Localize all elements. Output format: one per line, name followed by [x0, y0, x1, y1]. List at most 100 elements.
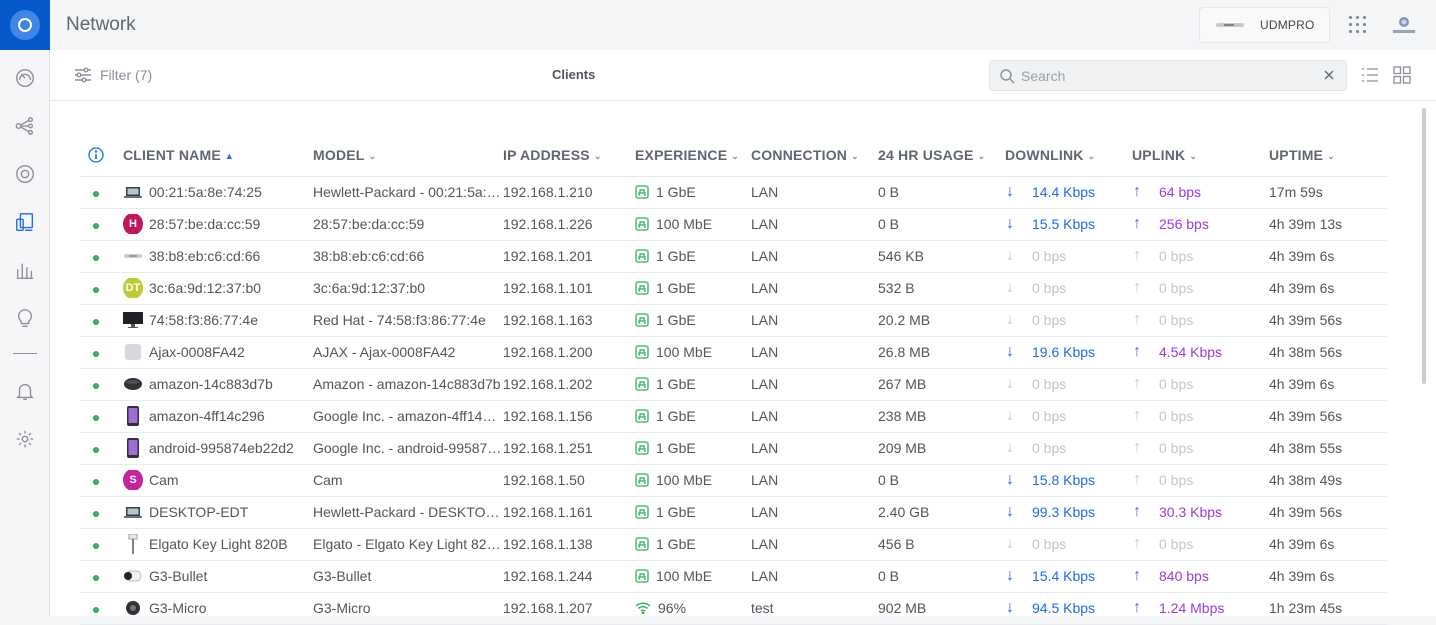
device-selector-button[interactable]: UDMPRO	[1199, 7, 1330, 43]
arrow-down-icon: ↓	[1006, 503, 1014, 520]
experience-value: 1 GbE	[656, 280, 696, 296]
connection-cell: LAN	[751, 368, 878, 401]
topology-icon[interactable]	[13, 114, 37, 138]
client-name: Ajax-0008FA42	[149, 344, 245, 360]
uptime-cell: 1h 23m 45s	[1269, 592, 1387, 625]
uplink-value: 0 bps	[1159, 408, 1194, 424]
table-row[interactable]: H 28:57:be:da:cc:59 28:57:be:da:cc:59 192.1…	[80, 208, 1387, 241]
column-label: CLIENT NAME	[123, 146, 221, 163]
gear-icon[interactable]	[13, 427, 37, 451]
uplink-value: 0 bps	[1159, 440, 1194, 456]
speaker-icon	[123, 374, 143, 394]
ip-address-cell: 192.168.1.156	[503, 400, 635, 433]
experience-cell: 1 GbE	[635, 240, 751, 273]
table-row[interactable]: G3-Micro G3-Micro 192.168.1.207 96% test 902 …	[80, 592, 1387, 625]
usage-cell: 546 KB	[878, 240, 1005, 273]
client-name-cell[interactable]: H 28:57:be:da:cc:59	[123, 208, 313, 241]
statistics-icon[interactable]	[13, 258, 37, 282]
search-input[interactable]	[1021, 67, 1311, 84]
table-row[interactable]: 74:58:f3:86:77:4e Red Hat - 74:58:f3:86:7…	[80, 304, 1387, 337]
info-icon[interactable]	[88, 147, 104, 164]
client-name-cell[interactable]: amazon-4ff14c296	[123, 400, 313, 433]
downlink-value: 19.6 Kbps	[1032, 344, 1096, 360]
list-view-icon[interactable]	[1361, 67, 1379, 83]
bell-icon[interactable]	[13, 379, 37, 403]
experience-value: 1 GbE	[656, 376, 696, 392]
client-name-cell[interactable]: android-995874eb22d2	[123, 432, 313, 465]
ip-address-cell: 192.168.1.202	[503, 368, 635, 401]
dashboard-icon[interactable]	[13, 66, 37, 90]
user-avatar[interactable]	[1390, 14, 1418, 36]
model-cell: G3-Micro	[313, 592, 503, 625]
info-column-header[interactable]	[80, 134, 123, 177]
connection-cell: LAN	[751, 496, 878, 529]
downlink-cell: ↓ 0 bps	[1005, 304, 1132, 337]
grid-view-icon[interactable]	[1393, 66, 1411, 84]
client-name: G3-Bullet	[149, 568, 208, 584]
column-24hr-usage[interactable]: 24 HR USAGE ⌄	[878, 134, 1005, 177]
table-row[interactable]: 38:b8:eb:c6:cd:66 38:b8:eb:c6:cd:66 192.16…	[80, 240, 1387, 273]
column-uptime[interactable]: UPTIME ⌄	[1269, 134, 1387, 177]
ethernet-icon	[635, 185, 656, 199]
column-experience[interactable]: EXPERIENCE ⌄	[635, 134, 751, 177]
table-row[interactable]: 00:21:5a:8e:74:25 Hewlett-Packard - 00:21…	[80, 176, 1387, 209]
uptime-cell: 4h 39m 6s	[1269, 528, 1387, 561]
table-row[interactable]: G3-Bullet G3-Bullet 192.168.1.244 100 MbE LA…	[80, 560, 1387, 593]
ubiquiti-logo[interactable]	[0, 0, 50, 50]
table-row[interactable]: S Cam Cam 192.168.1.50 100 MbE LAN 0 B ↓ 15.8 Kb…	[80, 464, 1387, 497]
uplink-value: 30.3 Kbps	[1159, 504, 1223, 520]
online-status-cell	[80, 400, 123, 433]
client-name-cell[interactable]: G3-Micro	[123, 592, 313, 625]
devices-icon[interactable]	[13, 162, 37, 186]
table-header-row: CLIENT NAME ▲ MODEL ⌄ IP ADDRESS ⌄ EXPERIEN…	[80, 134, 1387, 177]
table-row[interactable]: amazon-14c883d7b Amazon - amazon-14c883d7…	[80, 368, 1387, 401]
column-ip-address[interactable]: IP ADDRESS ⌄	[503, 134, 635, 177]
client-name-cell[interactable]: DESKTOP-EDT	[123, 496, 313, 529]
close-icon[interactable]	[1322, 68, 1336, 82]
client-name-cell[interactable]: S Cam	[123, 464, 313, 497]
client-name-cell[interactable]: 74:58:f3:86:77:4e	[123, 304, 313, 337]
experience-value: 1 GbE	[656, 184, 696, 200]
insights-icon[interactable]	[13, 306, 37, 330]
apps-grid-icon[interactable]	[1348, 15, 1368, 35]
client-name-cell[interactable]: Ajax-0008FA42	[123, 336, 313, 369]
uplink-cell: ↑ 0 bps	[1132, 528, 1269, 561]
experience-cell: 96%	[635, 592, 751, 625]
client-name-cell[interactable]: DT 3c:6a:9d:12:37:b0	[123, 272, 313, 305]
arrow-up-icon: ↑	[1133, 503, 1141, 520]
column-client-name[interactable]: CLIENT NAME ▲	[123, 134, 313, 177]
table-row[interactable]: Ajax-0008FA42 AJAX - Ajax-0008FA42 192.168…	[80, 336, 1387, 369]
client-initials-avatar: H	[123, 214, 143, 234]
vertical-scrollbar[interactable]	[1422, 108, 1426, 384]
device-label: UDMPRO	[1260, 18, 1315, 32]
arrow-up-icon: ↑	[1133, 567, 1141, 584]
column-connection[interactable]: CONNECTION ⌄	[751, 134, 878, 177]
online-status-dot	[93, 223, 99, 229]
column-model[interactable]: MODEL ⌄	[313, 134, 503, 177]
clients-icon[interactable]	[13, 210, 37, 234]
ip-address-cell: 192.168.1.161	[503, 496, 635, 529]
column-downlink[interactable]: DOWNLINK ⌄	[1005, 134, 1132, 177]
filter-button[interactable]: Filter (7)	[74, 64, 152, 86]
ethernet-icon	[635, 569, 656, 583]
experience-value: 100 MbE	[656, 472, 713, 488]
client-name-cell[interactable]: amazon-14c883d7b	[123, 368, 313, 401]
phone-icon	[123, 438, 143, 458]
chevron-down-icon: ⌄	[1189, 150, 1198, 161]
table-row[interactable]: DESKTOP-EDT Hewlett-Packard - DESKTOP-EDT…	[80, 496, 1387, 529]
client-name-cell[interactable]: 38:b8:eb:c6:cd:66	[123, 240, 313, 273]
connection-cell: LAN	[751, 560, 878, 593]
online-status-dot	[93, 415, 99, 421]
table-row[interactable]: DT 3c:6a:9d:12:37:b0 3c:6a:9d:12:37:b0 192.…	[80, 272, 1387, 305]
table-row[interactable]: Elgato Key Light 820B Elgato - Elgato Key…	[80, 528, 1387, 561]
client-name-cell[interactable]: G3-Bullet	[123, 560, 313, 593]
table-row[interactable]: android-995874eb22d2 Google Inc. - androi…	[80, 432, 1387, 465]
uplink-value: 256 bps	[1159, 216, 1209, 232]
client-name-cell[interactable]: Elgato Key Light 820B	[123, 528, 313, 561]
table-row[interactable]: amazon-4ff14c296 Google Inc. - amazon-4ff…	[80, 400, 1387, 433]
downlink-value: 0 bps	[1032, 376, 1067, 392]
column-uplink[interactable]: UPLINK ⌄	[1132, 134, 1269, 177]
uplink-value: 64 bps	[1159, 184, 1202, 200]
connection-cell: LAN	[751, 208, 878, 241]
client-name-cell[interactable]: 00:21:5a:8e:74:25	[123, 176, 313, 209]
